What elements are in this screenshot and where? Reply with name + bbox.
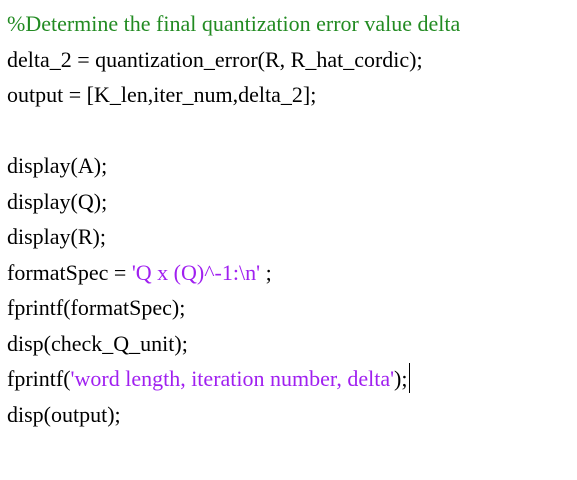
code-area[interactable]: %Determine the final quantization error …: [7, 6, 460, 432]
code-string-literal: 'word length, iteration number, delta': [70, 366, 395, 391]
code-line[interactable]: [7, 113, 460, 149]
code-text: display(R);: [7, 224, 106, 249]
code-line[interactable]: output = [K_len,iter_num,delta_2];: [7, 77, 460, 113]
code-line[interactable]: display(R);: [7, 219, 460, 255]
code-text: disp(output);: [7, 401, 121, 427]
code-text: );: [394, 366, 408, 391]
code-line[interactable]: disp(check_Q_unit);: [7, 326, 460, 362]
code-text: disp(check_Q_unit);: [7, 330, 188, 356]
code-text: formatSpec =: [7, 259, 132, 285]
code-editor[interactable]: %Determine the final quantization error …: [0, 0, 577, 480]
code-text: ;: [260, 259, 272, 285]
code-text: display(Q);: [7, 188, 108, 214]
code-line[interactable]: %Determine the final quantization error …: [7, 6, 460, 42]
code-string-literal: 'Q x (Q)^-1:\n': [131, 259, 261, 285]
code-line[interactable]: delta_2 = quantization_error(R, R_hat_co…: [7, 42, 460, 78]
code-line[interactable]: display(Q);: [7, 184, 460, 220]
code-line[interactable]: display(A);: [7, 148, 460, 184]
code-line[interactable]: fprintf(formatSpec);: [7, 290, 460, 326]
code-line[interactable]: fprintf('word length, iteration number, …: [7, 361, 460, 397]
text-cursor: [408, 363, 410, 393]
code-text: delta_2 = quantization_error(R, R_hat_co…: [7, 46, 423, 72]
code-text: output = [K_len,iter_num,delta_2];: [7, 82, 317, 107]
code-text: fprintf(: [7, 366, 71, 391]
code-comment: %Determine the final quantization error …: [7, 11, 461, 36]
code-line[interactable]: disp(output);: [7, 397, 460, 433]
code-line[interactable]: formatSpec = 'Q x (Q)^-1:\n' ;: [7, 255, 460, 291]
code-text: display(A);: [7, 153, 108, 178]
code-text: fprintf(formatSpec);: [7, 295, 186, 320]
